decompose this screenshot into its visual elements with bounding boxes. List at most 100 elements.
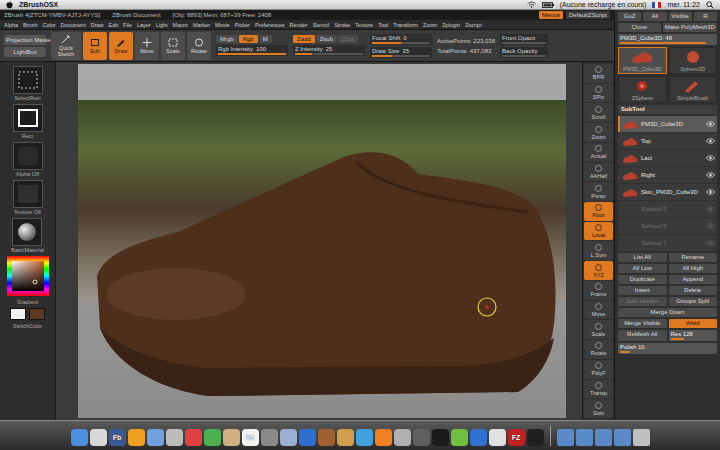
slider[interactable]: Z Intensity25 <box>293 45 365 56</box>
palette-button[interactable]: Clone <box>618 23 661 32</box>
mode-button[interactable]: Move <box>135 32 159 60</box>
shoe-model[interactable] <box>56 62 582 420</box>
dock-folder-icon[interactable] <box>576 429 593 446</box>
dock-app-icon[interactable] <box>527 429 544 446</box>
dock-app-icon[interactable]: 25 <box>242 429 259 446</box>
dock-app-icon[interactable] <box>451 429 468 446</box>
shelf-button[interactable]: BPR <box>584 64 613 83</box>
shelf-button[interactable]: Floor <box>584 202 613 221</box>
shelf-button[interactable]: L.Sym <box>584 241 613 260</box>
visibility-eye-icon[interactable] <box>706 189 715 195</box>
dock-app-icon[interactable] <box>375 429 392 446</box>
dock-app-icon[interactable] <box>318 429 335 446</box>
menu-item[interactable]: Edit <box>109 22 118 28</box>
menu-item[interactable]: Zscript <box>465 22 482 28</box>
tool-thumbnail[interactable]: SimpleBrush <box>669 76 718 103</box>
tool-thumbnail[interactable]: ZSphere <box>618 76 667 103</box>
color-swatch[interactable] <box>29 308 45 320</box>
menu-item[interactable]: Transform <box>393 22 418 28</box>
shelf-button[interactable]: Solo <box>584 399 613 418</box>
subtool-button[interactable]: Delete <box>669 286 718 295</box>
clock[interactable]: mer. 11:22 <box>667 1 700 8</box>
mode-button[interactable]: Edit <box>83 32 107 60</box>
dock-folder-icon[interactable] <box>633 429 650 446</box>
dock-app-icon[interactable] <box>204 429 221 446</box>
dock-app-icon[interactable] <box>185 429 202 446</box>
dock-folder-icon[interactable] <box>557 429 574 446</box>
toggle-button[interactable]: Rgb <box>239 35 258 43</box>
visibility-eye-icon[interactable] <box>706 206 715 212</box>
document-canvas[interactable] <box>56 62 582 420</box>
menu-item[interactable]: Brush <box>23 22 37 28</box>
battery-icon[interactable] <box>542 2 554 8</box>
shelf-button[interactable]: PolyF <box>584 360 613 379</box>
palette-button[interactable]: R <box>694 12 717 21</box>
dock-app-icon[interactable] <box>337 429 354 446</box>
shelf-button[interactable]: XYZ <box>584 261 613 280</box>
left-shelf-item[interactable]: Rect <box>13 104 43 139</box>
apple-icon[interactable] <box>6 1 13 9</box>
menu-item[interactable]: Color <box>42 22 55 28</box>
subtool-button[interactable]: Rename <box>669 253 718 262</box>
shelf-button[interactable]: Zoom <box>584 123 613 142</box>
shelf-button[interactable]: Persp <box>584 182 613 201</box>
subtool-row[interactable]: Skin_PM3D_Cube3D <box>618 184 717 200</box>
dock-app-icon[interactable] <box>394 429 411 446</box>
visibility-eye-icon[interactable] <box>706 121 715 127</box>
menu-item[interactable]: Picker <box>235 22 250 28</box>
menu-item[interactable]: Layer <box>137 22 151 28</box>
panel-button[interactable]: Projection Master <box>4 35 46 45</box>
dock-folder-icon[interactable] <box>614 429 631 446</box>
subtool-row[interactable]: Subtool 6 <box>618 218 717 234</box>
visibility-eye-icon[interactable] <box>706 138 715 144</box>
menu-item[interactable]: Stencil <box>313 22 330 28</box>
subtool-button[interactable]: Append <box>669 275 718 284</box>
subtool-button[interactable]: Merge Down <box>618 308 717 317</box>
panel-button[interactable]: LightBox <box>4 47 46 57</box>
visibility-eye-icon[interactable] <box>706 172 715 178</box>
palette-button[interactable]: All <box>643 12 666 21</box>
dock-app-icon[interactable] <box>299 429 316 446</box>
dock-folder-icon[interactable] <box>595 429 612 446</box>
toggle-button[interactable]: Zsub <box>316 35 337 43</box>
color-picker[interactable] <box>7 256 49 296</box>
wifi-icon[interactable] <box>527 1 536 8</box>
app-name[interactable]: ZBrushOSX <box>19 1 58 8</box>
menu-item[interactable]: Preferences <box>255 22 285 28</box>
dock-app-icon[interactable] <box>432 429 449 446</box>
menu-item[interactable]: Texture <box>355 22 373 28</box>
dock-app-icon[interactable] <box>71 429 88 446</box>
tool-thumbnail[interactable]: Sphere3D <box>669 47 718 74</box>
switch-color-button[interactable]: SwitchColor <box>13 323 42 329</box>
toggle-button[interactable]: Zadd <box>293 35 315 43</box>
shelf-button[interactable]: Frame <box>584 281 613 300</box>
dock-app-icon[interactable] <box>147 429 164 446</box>
subtool-button[interactable]: ReMesh All <box>618 330 667 341</box>
shelf-button[interactable]: SPix <box>584 84 613 103</box>
palette-button[interactable]: Visible <box>669 12 692 21</box>
shelf-button[interactable]: Rotate <box>584 340 613 359</box>
visibility-eye-icon[interactable] <box>706 240 715 246</box>
dock-app-icon[interactable] <box>128 429 145 446</box>
menu-item[interactable]: Marker <box>193 22 210 28</box>
menu-item[interactable]: Render <box>290 22 308 28</box>
shelf-button[interactable]: AAHalf <box>584 163 613 182</box>
dock-app-icon[interactable] <box>470 429 487 446</box>
visibility-eye-icon[interactable] <box>706 155 715 161</box>
dock-app-icon[interactable] <box>280 429 297 446</box>
slider[interactable]: Focal Shift0 <box>370 34 432 45</box>
subtool-row[interactable]: Subtool 5 <box>618 201 717 217</box>
dock-app-icon[interactable]: FZ <box>508 429 525 446</box>
mode-button[interactable]: Draw <box>109 32 133 60</box>
visibility-eye-icon[interactable] <box>706 223 715 229</box>
shelf-button[interactable]: Scale <box>584 320 613 339</box>
menu-item[interactable]: File <box>123 22 132 28</box>
current-tool-slider[interactable]: PM3D_Cube3D: 48 <box>618 34 717 45</box>
menu-item[interactable]: Zplugin <box>442 22 460 28</box>
slider[interactable]: Rgb Intensity100 <box>216 45 288 56</box>
subtool-button[interactable]: All High <box>669 264 718 273</box>
subtool-button[interactable]: List All <box>618 253 667 262</box>
palette-button[interactable]: GoZ <box>618 12 641 21</box>
toggle-button[interactable]: Zcut <box>338 35 358 43</box>
shelf-button[interactable]: Transp <box>584 380 613 399</box>
